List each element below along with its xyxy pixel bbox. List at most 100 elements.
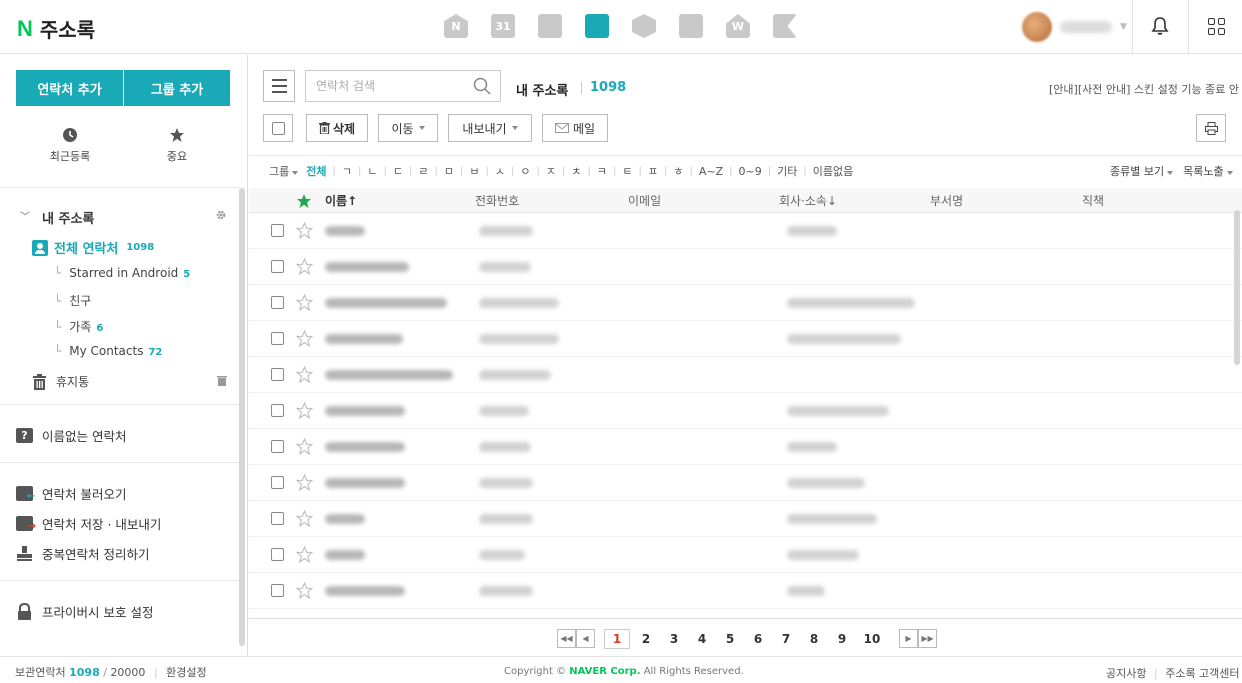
bookmark-app-icon[interactable]: [773, 14, 797, 38]
filter-16[interactable]: 0~9: [739, 165, 762, 178]
contact-name-blurred[interactable]: [325, 262, 409, 272]
search-icon[interactable]: [473, 77, 491, 95]
contacts-app-icon[interactable]: [585, 14, 609, 38]
table-row[interactable]: [249, 429, 1242, 465]
row-checkbox[interactable]: [271, 584, 284, 597]
important-link[interactable]: 중요: [137, 127, 217, 164]
help-center-link[interactable]: 주소록 고객센터: [1165, 667, 1239, 680]
recent-added-link[interactable]: 최근등록: [30, 127, 110, 164]
row-checkbox[interactable]: [271, 368, 284, 381]
list-display-dropdown[interactable]: 목록노출: [1183, 163, 1233, 179]
sidebar-group-item[interactable]: └ Starred in Android 5: [54, 266, 190, 280]
star-outline-icon[interactable]: [296, 474, 313, 491]
contact-name-blurred[interactable]: [325, 550, 365, 560]
star-outline-icon[interactable]: [296, 510, 313, 527]
filter-11[interactable]: ㅋ: [597, 163, 607, 179]
row-checkbox[interactable]: [271, 404, 284, 417]
filter-13[interactable]: ㅍ: [648, 163, 658, 179]
page-9-button[interactable]: 9: [835, 629, 849, 649]
page-8-button[interactable]: 8: [807, 629, 821, 649]
table-row[interactable]: [249, 465, 1242, 501]
tree-collapse-toggle[interactable]: ﹀: [20, 208, 30, 223]
page-6-button[interactable]: 6: [751, 629, 765, 649]
contact-name-blurred[interactable]: [325, 442, 405, 452]
filter-17[interactable]: 기타: [777, 163, 797, 179]
row-checkbox[interactable]: [271, 548, 284, 561]
sidebar-group-item[interactable]: └ My Contacts 72: [54, 344, 162, 358]
memo-app-icon[interactable]: [538, 14, 562, 38]
add-contact-button[interactable]: 연락처 추가: [16, 70, 123, 106]
row-checkbox[interactable]: [271, 476, 284, 489]
works-app-icon[interactable]: W: [726, 14, 750, 38]
table-row[interactable]: [249, 393, 1242, 429]
unnamed-contacts-link[interactable]: ? 이름없는 연락처: [16, 426, 126, 445]
star-outline-icon[interactable]: [296, 402, 313, 419]
star-outline-icon[interactable]: [296, 582, 313, 599]
add-group-button[interactable]: 그룹 추가: [124, 70, 230, 106]
mybox-app-icon[interactable]: [632, 14, 656, 38]
print-button[interactable]: [1196, 114, 1226, 142]
prev-page-button[interactable]: ◀: [576, 629, 595, 648]
office-app-icon[interactable]: [679, 14, 703, 38]
contact-name-blurred[interactable]: [325, 226, 365, 236]
my-addressbook-title[interactable]: 내 주소록: [42, 208, 94, 227]
filter-0[interactable]: 전체: [306, 163, 326, 179]
bell-icon[interactable]: [1150, 16, 1170, 36]
star-outline-icon[interactable]: [296, 294, 313, 311]
filter-2[interactable]: ㄴ: [367, 163, 377, 179]
table-row[interactable]: [249, 321, 1242, 357]
filter-5[interactable]: ㅁ: [444, 163, 454, 179]
naver-corp-link[interactable]: NAVER Corp.: [569, 666, 640, 677]
page-2-button[interactable]: 2: [639, 629, 653, 649]
next-page-button[interactable]: ▶: [899, 629, 918, 648]
star-outline-icon[interactable]: [296, 222, 313, 239]
page-4-button[interactable]: 4: [695, 629, 709, 649]
row-checkbox[interactable]: [271, 296, 284, 309]
filter-14[interactable]: ㅎ: [673, 163, 683, 179]
table-row[interactable]: [249, 213, 1242, 249]
view-by-type-dropdown[interactable]: 종류별 보기: [1110, 163, 1174, 179]
filter-6[interactable]: ㅂ: [469, 163, 479, 179]
star-outline-icon[interactable]: [296, 366, 313, 383]
naver-addressbook-logo[interactable]: N 주소록: [17, 14, 95, 43]
notice-banner[interactable]: [안내][사전 안내] 스킨 설정 기능 종료 안: [1049, 81, 1239, 97]
filter-12[interactable]: ㅌ: [622, 163, 632, 179]
first-page-button[interactable]: ◀◀: [557, 629, 576, 648]
export-dropdown[interactable]: 내보내기: [448, 114, 532, 142]
page-7-button[interactable]: 7: [779, 629, 793, 649]
table-scrollbar[interactable]: [1234, 210, 1240, 365]
page-5-button[interactable]: 5: [723, 629, 737, 649]
empty-trash-icon[interactable]: [217, 375, 227, 386]
mail-button[interactable]: 메일: [542, 114, 608, 142]
sidebar-group-item[interactable]: └ 가족 6: [54, 318, 103, 335]
column-job-title[interactable]: 직책: [1082, 192, 1104, 209]
star-outline-icon[interactable]: [296, 438, 313, 455]
mail-app-icon[interactable]: N: [444, 14, 468, 38]
page-10-button[interactable]: 10: [861, 629, 883, 649]
table-row[interactable]: [249, 501, 1242, 537]
filter-9[interactable]: ㅈ: [546, 163, 556, 179]
row-checkbox[interactable]: [271, 224, 284, 237]
star-outline-icon[interactable]: [296, 330, 313, 347]
move-dropdown[interactable]: 이동: [378, 114, 438, 142]
column-email[interactable]: 이메일: [628, 192, 661, 209]
menu-toggle-button[interactable]: [263, 70, 295, 102]
contact-name-blurred[interactable]: [325, 478, 405, 488]
filter-7[interactable]: ㅅ: [495, 163, 505, 179]
contact-name-blurred[interactable]: [325, 334, 403, 344]
column-name[interactable]: 이름↑: [325, 192, 357, 209]
filter-18[interactable]: 이름없음: [813, 163, 853, 179]
all-services-grid-icon[interactable]: [1208, 18, 1225, 35]
privacy-settings-link[interactable]: 프라이버시 보호 설정: [16, 602, 153, 621]
sidebar-group-item[interactable]: └ 친구: [54, 292, 96, 309]
row-checkbox[interactable]: [271, 332, 284, 345]
filter-8[interactable]: ㅇ: [520, 163, 530, 179]
filter-3[interactable]: ㄷ: [393, 163, 403, 179]
table-row[interactable]: [249, 573, 1242, 609]
contact-name-blurred[interactable]: [325, 586, 405, 596]
gear-icon[interactable]: [215, 209, 227, 221]
column-company[interactable]: 회사·소속↓: [779, 192, 837, 209]
import-contacts-link[interactable]: ← 연락처 불러오기: [16, 484, 126, 503]
table-row[interactable]: [249, 537, 1242, 573]
sidebar-scrollbar[interactable]: [239, 188, 245, 646]
